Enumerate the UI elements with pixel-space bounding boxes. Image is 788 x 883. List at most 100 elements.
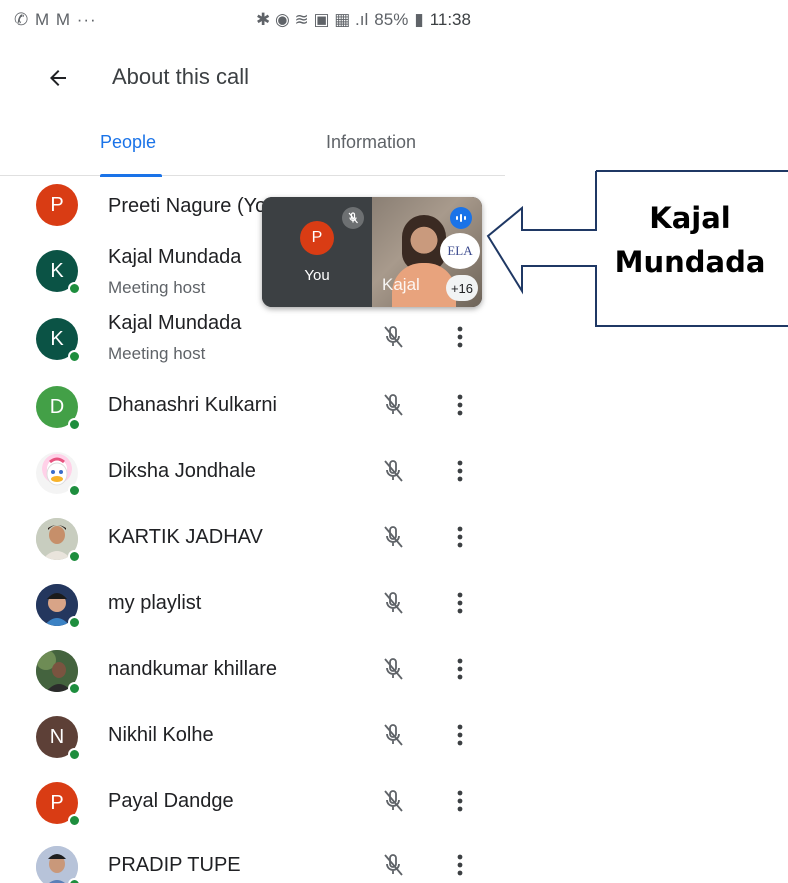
participant-name: PRADIP TUPE — [108, 854, 241, 876]
status-bar: ✆ M M ··· ✱ ◉ ≋ ▣ ▦ .ıl 85% ▮ 11:38 — [0, 0, 505, 44]
online-status-dot — [68, 682, 81, 695]
mic-off-icon — [378, 456, 408, 486]
back-button[interactable] — [40, 60, 76, 96]
video-logo: ELA — [440, 233, 480, 269]
callout-line-1: Kajal — [649, 201, 731, 235]
more-vert-icon — [457, 592, 463, 614]
more-options-button[interactable] — [448, 720, 472, 750]
mic-off-icon — [342, 207, 364, 229]
battery-icon: ▮ — [414, 10, 424, 29]
participant-name: nandkumar khillare — [108, 658, 277, 680]
participant-name: KARTIK JADHAV — [108, 526, 263, 548]
participant-name: Kajal Mundada — [108, 312, 242, 334]
online-status-dot — [68, 484, 81, 497]
online-status-dot — [68, 282, 81, 295]
avatar-initial: P — [50, 791, 64, 814]
participant-row[interactable]: PRADIP TUPE — [0, 836, 505, 883]
participant-row[interactable]: K Kajal Mundada Meeting host — [0, 308, 505, 374]
avatar-initial: K — [50, 327, 64, 350]
participant-row[interactable]: nandkumar khillare — [0, 638, 505, 704]
arrow-back-icon — [50, 70, 66, 86]
avatar-photo — [36, 584, 81, 629]
participant-row[interactable]: N Nikhil Kolhe — [0, 704, 505, 770]
mic-off-icon — [378, 390, 408, 420]
tab-bar: People Information — [0, 120, 505, 177]
participant-name: Preeti Nagure (You) — [108, 195, 285, 217]
status-time: 11:38 — [429, 10, 471, 29]
more-vert-icon — [457, 724, 463, 746]
avatar-initial: N — [49, 725, 65, 748]
self-avatar: P — [300, 221, 334, 255]
online-status-dot — [68, 814, 81, 827]
more-options-button[interactable] — [448, 522, 472, 552]
app-bar: About this call — [0, 52, 505, 102]
participant-name: Dhanashri Kulkarni — [108, 394, 277, 416]
participant-name: Payal Dandge — [108, 790, 234, 812]
mic-off-icon — [378, 322, 408, 352]
avatar-photo — [36, 650, 81, 695]
more-vert-icon — [457, 326, 463, 348]
participant-name: Kajal Mundada — [108, 246, 242, 268]
avatar-initial: P — [50, 193, 64, 216]
avatar: K — [36, 318, 81, 363]
participant-name: my playlist — [108, 592, 202, 614]
participant-row[interactable]: D Dhanashri Kulkarni — [0, 374, 505, 440]
participant-name: Nikhil Kolhe — [108, 724, 214, 746]
video-participant-name: Kajal — [382, 275, 420, 294]
status-system-icons: ✱ ◉ ≋ ▣ ▦ .ıl 85% ▮ 11:38 — [256, 10, 471, 30]
avatar: D — [36, 386, 81, 431]
avatar: P — [36, 782, 81, 827]
online-status-dot — [68, 748, 81, 761]
pip-video-tile: ELA Kajal +16 — [372, 197, 482, 307]
more-vert-icon — [457, 658, 463, 680]
pip-call-window[interactable]: P You ELA Kajal +16 — [262, 197, 482, 307]
participant-name: Diksha Jondhale — [108, 460, 256, 482]
avatar-initial: K — [50, 259, 64, 282]
battery-percent: 85% — [374, 10, 409, 29]
more-vert-icon — [457, 526, 463, 548]
avatar: P — [36, 184, 78, 226]
more-options-button[interactable] — [448, 786, 472, 816]
more-options-button[interactable] — [448, 456, 472, 486]
participant-row[interactable]: Diksha Jondhale — [0, 440, 505, 506]
mic-off-icon — [378, 720, 408, 750]
more-options-button[interactable] — [448, 850, 472, 880]
avatar: K — [36, 250, 81, 295]
online-status-dot — [68, 616, 81, 629]
pip-self-tile: P You — [262, 197, 372, 307]
status-notification-icons: ✆ M M ··· — [14, 10, 97, 29]
mic-off-icon — [378, 850, 408, 880]
more-options-button[interactable] — [448, 588, 472, 618]
more-options-button[interactable] — [448, 654, 472, 684]
avatar: N — [36, 716, 81, 761]
callout-line-2: Mundada — [614, 245, 766, 279]
mic-off-icon — [378, 654, 408, 684]
tab-information[interactable]: Information — [326, 132, 416, 153]
more-options-button[interactable] — [448, 390, 472, 420]
annotation-callout-label: Kajal Mundada — [600, 196, 780, 284]
self-label: You — [304, 267, 330, 284]
more-participants-badge: +16 — [446, 275, 478, 301]
mic-off-icon — [378, 786, 408, 816]
more-vert-icon — [457, 790, 463, 812]
speaking-indicator-icon — [450, 207, 472, 229]
more-options-button[interactable] — [448, 322, 472, 352]
participant-row[interactable]: KARTIK JADHAV — [0, 506, 505, 572]
online-status-dot — [68, 350, 81, 363]
more-vert-icon — [457, 854, 463, 876]
participant-row[interactable]: my playlist — [0, 572, 505, 638]
mic-off-icon — [378, 588, 408, 618]
participant-role: Meeting host — [108, 278, 206, 297]
participant-role: Meeting host — [108, 344, 206, 363]
status-indicator-icons: ✱ ◉ ≋ ▣ ▦ .ıl — [256, 10, 369, 29]
online-status-dot — [68, 878, 81, 883]
avatar-photo — [36, 846, 81, 883]
online-status-dot — [68, 550, 81, 563]
tab-people[interactable]: People — [100, 132, 156, 153]
mic-off-icon — [378, 522, 408, 552]
avatar-photo — [36, 518, 81, 563]
participant-row[interactable]: P Payal Dandge — [0, 770, 505, 836]
online-status-dot — [68, 418, 81, 431]
more-vert-icon — [457, 460, 463, 482]
more-vert-icon — [457, 394, 463, 416]
